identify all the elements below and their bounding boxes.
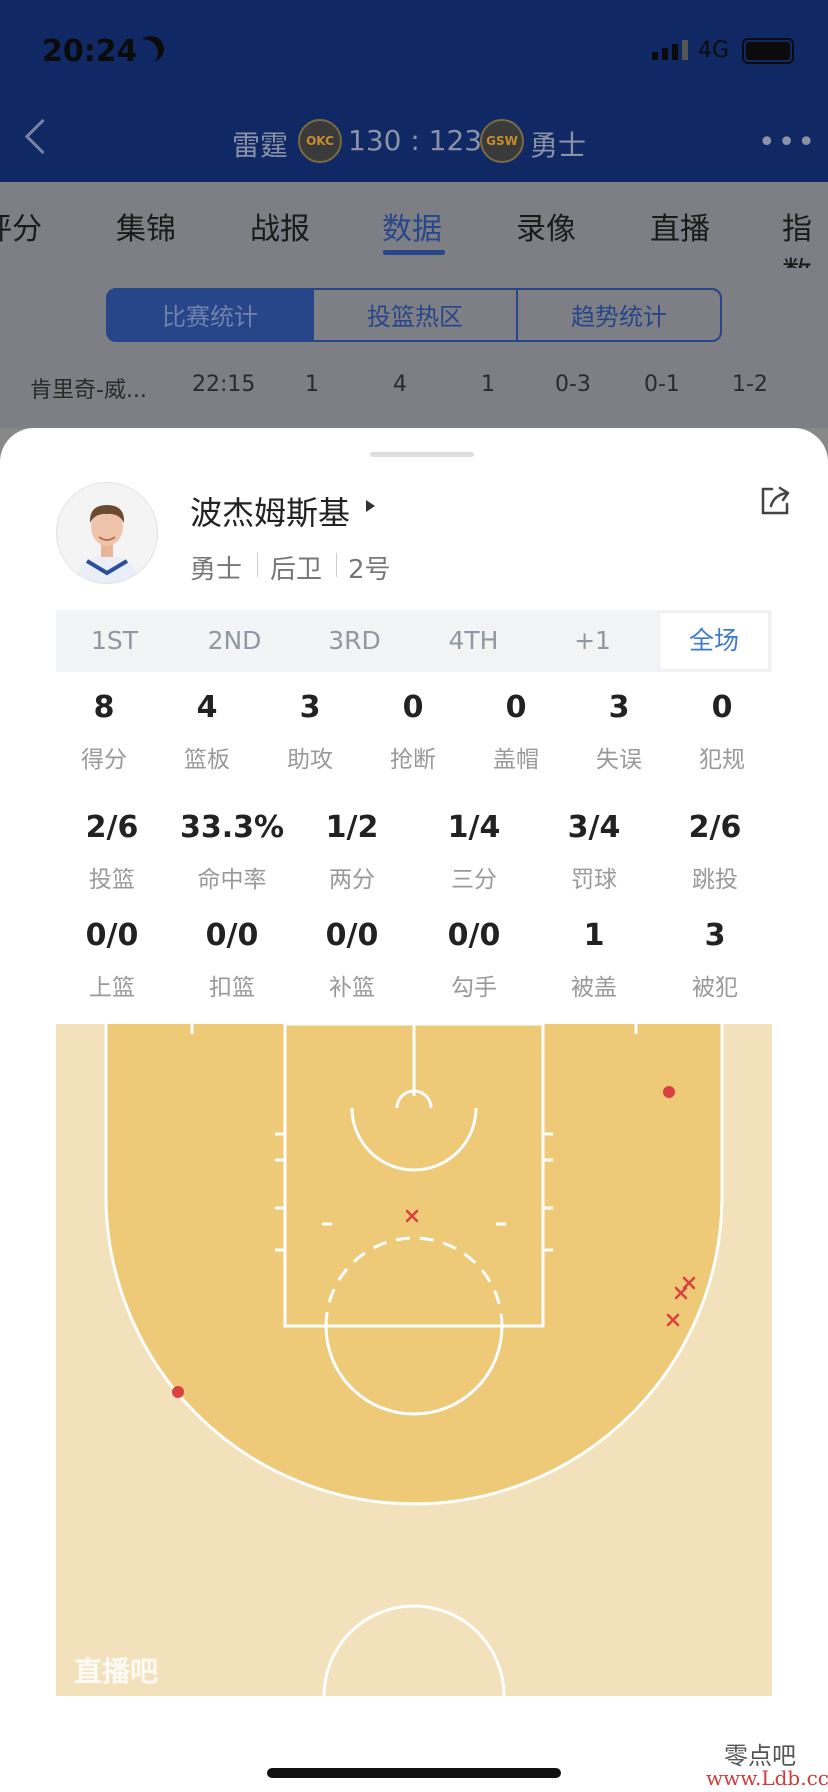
stat-assists: 3	[299, 690, 321, 725]
stat-blocked: 1	[583, 918, 605, 953]
stat-steals: 0	[402, 690, 424, 725]
stat-label: 被盖	[571, 975, 617, 1001]
stat-fg: 2/6	[85, 810, 139, 845]
stat-label: 罚球	[571, 867, 617, 893]
table-cell: 肯里奇-威...	[30, 378, 147, 403]
stat-blocks: 0	[505, 690, 527, 725]
shot-chart-court	[56, 1024, 772, 1696]
stat-label: 失误	[596, 747, 642, 773]
stat-label: 补篮	[329, 975, 375, 1001]
signal-icon	[652, 52, 658, 60]
signal-icon	[672, 44, 678, 60]
site-watermark-url: www.Ldb.cc	[706, 1766, 828, 1790]
table-cell: 22:15	[192, 372, 256, 397]
player-number: 2号	[348, 555, 391, 585]
gsw-logo-icon: GSW	[480, 119, 524, 163]
stat-label: 助攻	[287, 747, 333, 773]
tab-highlights[interactable]: 集锦	[116, 204, 176, 248]
stat-putback: 0/0	[325, 918, 379, 953]
table-cell: 1-2	[732, 372, 768, 397]
more-icon[interactable]: •••	[758, 125, 817, 160]
stat-layup: 0/0	[85, 918, 139, 953]
home-team-name: 雷霆	[232, 129, 289, 162]
table-cell: 0-1	[644, 372, 680, 397]
table-cell: 1	[305, 372, 319, 397]
segment-shot-zones[interactable]: 投篮热区	[312, 288, 518, 342]
quarter-2nd[interactable]: 2ND	[176, 610, 293, 672]
network-label: 4G	[698, 38, 730, 63]
stat-label: 抢断	[390, 747, 436, 773]
stat-label: 上篮	[89, 975, 135, 1001]
stat-fouls: 0	[711, 690, 733, 725]
stat-label: 犯规	[699, 747, 745, 773]
stat-points: 8	[93, 690, 115, 725]
stat-label: 盖帽	[493, 747, 539, 773]
home-indicator[interactable]	[267, 1768, 561, 1778]
status-time: 20:24	[42, 34, 138, 69]
segment-trend-stats[interactable]: 趋势统计	[516, 288, 722, 342]
tab-report[interactable]: 战报	[250, 204, 310, 248]
okc-logo-icon: OKC	[298, 119, 342, 163]
table-cell: 1	[481, 372, 495, 397]
stat-label: 勾手	[451, 975, 497, 1001]
tab-live[interactable]: 直播	[650, 204, 710, 248]
stat-dunk: 0/0	[205, 918, 259, 953]
stat-label: 扣篮	[209, 975, 255, 1001]
quarter-ot[interactable]: +1	[534, 610, 651, 672]
table-cell: 0-3	[555, 372, 591, 397]
signal-icon	[682, 40, 688, 60]
tab-video[interactable]: 录像	[516, 204, 576, 248]
stat-hook: 0/0	[447, 918, 501, 953]
battery-icon	[742, 38, 794, 64]
made-shot-marker	[663, 1086, 675, 1098]
stat-3pt: 1/4	[447, 810, 501, 845]
caret-right-icon[interactable]	[366, 500, 375, 512]
stat-2pt: 1/2	[325, 810, 379, 845]
tab-rating[interactable]: 评分	[0, 204, 42, 248]
quarter-4th[interactable]: 4TH	[415, 610, 532, 672]
stat-label: 篮板	[184, 747, 230, 773]
made-shot-marker	[172, 1386, 184, 1398]
watermark-logo: 直播吧	[74, 1655, 159, 1688]
stat-jumpshot: 2/6	[688, 810, 742, 845]
stat-turnovers: 3	[608, 690, 630, 725]
score: 130 : 123	[348, 124, 483, 157]
quarter-3rd[interactable]: 3RD	[296, 610, 413, 672]
player-avatar	[56, 482, 158, 584]
table-cell: 4	[393, 372, 407, 397]
player-team: 勇士	[190, 555, 243, 585]
stat-ft: 3/4	[567, 810, 621, 845]
stat-label: 跳投	[692, 867, 738, 893]
stat-label: 投篮	[89, 867, 135, 893]
stat-label: 三分	[451, 867, 497, 893]
meta-divider	[257, 553, 258, 577]
tab-data[interactable]: 数据	[382, 204, 442, 248]
share-icon[interactable]	[758, 484, 792, 518]
stat-label: 得分	[81, 747, 127, 773]
tab-underline	[383, 250, 445, 255]
player-name[interactable]: 波杰姆斯基	[190, 488, 350, 534]
meta-divider	[336, 553, 337, 577]
away-team-name: 勇士	[530, 129, 587, 162]
stat-fouls-drawn: 3	[704, 918, 726, 953]
stat-label: 两分	[329, 867, 375, 893]
quarter-1st[interactable]: 1ST	[56, 610, 173, 672]
stat-label: 被犯	[692, 975, 738, 1001]
stat-label: 命中率	[197, 867, 267, 893]
stat-fg-pct: 33.3%	[179, 810, 285, 845]
stat-rebounds: 4	[196, 690, 218, 725]
segment-game-stats[interactable]: 比赛统计	[106, 288, 314, 342]
sheet-handle[interactable]	[370, 452, 474, 457]
quarter-full-game[interactable]: 全场	[660, 613, 768, 669]
signal-icon	[662, 48, 668, 60]
player-position: 后卫	[270, 555, 323, 585]
